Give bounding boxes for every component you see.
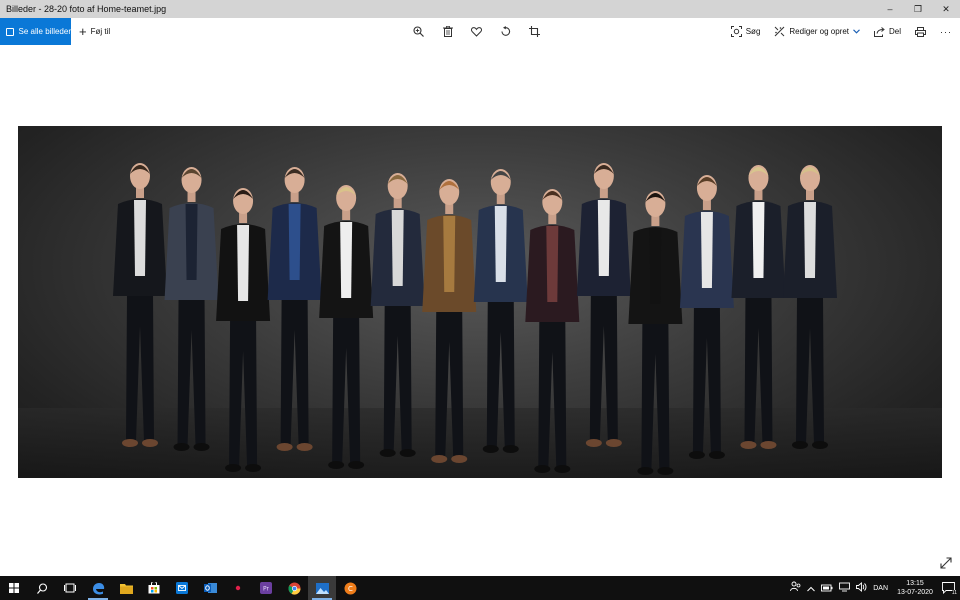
outlook-icon[interactable] <box>196 576 224 600</box>
rotate-icon[interactable] <box>498 24 513 39</box>
volume-icon[interactable] <box>856 579 867 597</box>
team-member-1 <box>113 163 167 447</box>
print-button[interactable] <box>915 26 926 37</box>
chevron-down-icon <box>853 29 860 34</box>
team-member-10 <box>576 163 631 447</box>
search-icon[interactable] <box>28 576 56 600</box>
share-icon <box>873 26 885 37</box>
photo-viewer-image[interactable] <box>18 126 942 478</box>
task-view-icon[interactable] <box>56 576 84 600</box>
team-member-14 <box>783 165 837 449</box>
toolbar: Se alle billeder + Føj til Søg Rediger o… <box>0 18 960 45</box>
network-icon[interactable] <box>839 579 851 597</box>
language-indicator[interactable]: DAN <box>873 585 888 592</box>
window-title: Billeder - 28-20 foto af Home-teamet.jpg <box>6 4 167 14</box>
taskbar: Pr C DAN 13:15 13-07-2020 11 <box>0 576 960 600</box>
add-to-button[interactable]: + Føj til <box>79 25 110 38</box>
start-icon[interactable] <box>0 576 28 600</box>
photos-icon <box>6 27 14 36</box>
team-member-3 <box>216 188 271 472</box>
title-bar: Billeder - 28-20 foto af Home-teamet.jpg… <box>0 0 960 18</box>
media-icon[interactable] <box>224 576 252 600</box>
battery-icon[interactable] <box>821 579 833 597</box>
svg-text:Pr: Pr <box>263 586 270 593</box>
crop-icon[interactable] <box>527 24 542 39</box>
team-member-11 <box>628 191 683 475</box>
team-member-4 <box>267 167 322 451</box>
print-icon <box>915 26 926 37</box>
more-options-button[interactable]: ··· <box>940 27 952 37</box>
delete-icon[interactable] <box>440 24 455 39</box>
team-member-9 <box>525 189 580 473</box>
system-tray: DAN 13:15 13-07-2020 11 <box>790 576 960 600</box>
edit-create-button[interactable]: Rediger og opret <box>774 26 860 37</box>
visual-search-icon <box>730 26 742 37</box>
team-member-8 <box>473 169 528 453</box>
team-member-12 <box>679 175 734 459</box>
team-photo-people <box>113 163 837 475</box>
close-button[interactable]: ✕ <box>932 0 960 18</box>
photos-icon[interactable] <box>308 576 336 600</box>
right-tools: Søg Rediger og opret Del ··· <box>730 18 960 45</box>
chrome-icon[interactable] <box>280 576 308 600</box>
image-tools <box>411 18 542 45</box>
store-icon[interactable] <box>140 576 168 600</box>
team-member-7 <box>422 179 477 463</box>
notification-center-icon[interactable]: 11 <box>942 581 957 596</box>
share-label: Del <box>888 27 901 36</box>
minimize-button[interactable]: – <box>876 0 904 18</box>
zoom-icon[interactable] <box>411 24 426 39</box>
premiere-icon[interactable]: Pr <box>252 576 280 600</box>
plus-icon: + <box>79 24 87 39</box>
clock-date: 13-07-2020 <box>897 589 933 596</box>
search-label: Søg <box>745 27 761 36</box>
team-member-5 <box>319 185 374 469</box>
restore-button[interactable]: ❐ <box>904 0 932 18</box>
svg-text:C: C <box>348 585 353 593</box>
clock[interactable]: 13:15 13-07-2020 <box>894 579 936 597</box>
hp-icon[interactable]: C <box>336 576 364 600</box>
search-button[interactable]: Søg <box>730 26 761 37</box>
chevron-up-icon[interactable] <box>807 579 816 597</box>
team-member-13 <box>731 165 786 449</box>
edge-icon[interactable] <box>84 576 112 600</box>
share-button[interactable]: Del <box>873 26 901 37</box>
people-icon[interactable] <box>790 579 801 597</box>
clock-time: 13:15 <box>906 580 924 587</box>
edit-label: Rediger og opret <box>789 27 849 36</box>
more-icon: ··· <box>940 26 952 37</box>
heart-icon[interactable] <box>469 24 484 39</box>
team-member-2 <box>164 167 219 451</box>
add-to-label: Føj til <box>90 27 111 36</box>
notification-count: 11 <box>951 590 957 596</box>
file-explorer-icon[interactable] <box>112 576 140 600</box>
see-all-label: Se alle billeder <box>18 27 71 36</box>
edit-icon <box>775 26 785 37</box>
team-member-6 <box>370 173 425 457</box>
fullscreen-expand-icon[interactable] <box>939 556 953 570</box>
mail-icon[interactable] <box>168 576 196 600</box>
see-all-photos-button[interactable]: Se alle billeder <box>0 18 71 45</box>
